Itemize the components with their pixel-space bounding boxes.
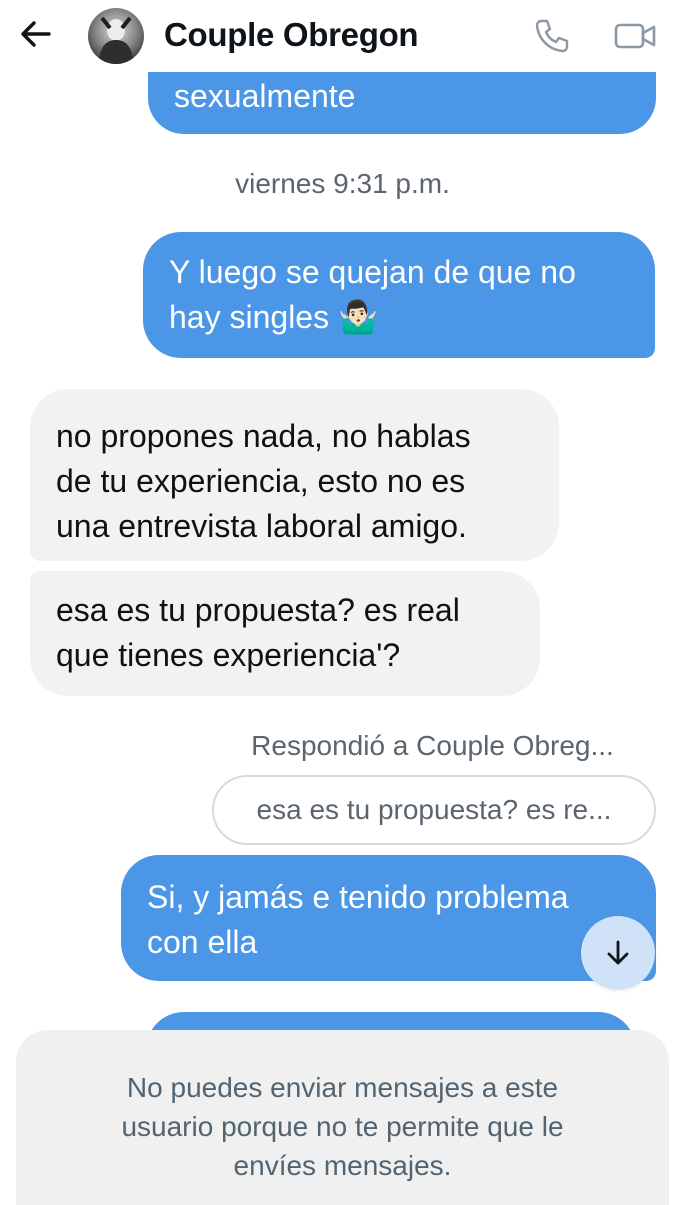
- back-button[interactable]: [18, 16, 54, 52]
- timestamp: viernes 9:31 p.m.: [235, 168, 450, 199]
- message-text: sexualmente: [174, 78, 356, 114]
- reply-context-label: Respondió a Couple Obreg...: [251, 730, 614, 761]
- message-line: hay singles 🤷🏻‍♂️: [169, 299, 378, 335]
- message-line: con ella: [147, 924, 258, 960]
- message-bubble-outgoing[interactable]: Si, y jamás e tenido problema con ella: [121, 855, 656, 981]
- message-bubble-outgoing[interactable]: Y luego se quejan de que no hay singles …: [143, 232, 655, 358]
- arrow-left-icon: [21, 21, 51, 47]
- scroll-to-bottom-button[interactable]: [581, 916, 655, 990]
- message-line: una entrevista laboral amigo.: [56, 508, 467, 544]
- notice-line: envíes mensajes.: [233, 1150, 452, 1181]
- quoted-message[interactable]: esa es tu propuesta? es re...: [212, 775, 656, 845]
- notice-line: usuario porque no te permite que le: [121, 1111, 564, 1142]
- call-button[interactable]: [532, 16, 572, 56]
- message-bubble-incoming[interactable]: esa es tu propuesta? es real que tienes …: [30, 571, 540, 696]
- messaging-disabled-notice: No puedes enviar mensajes a este usuario…: [16, 1030, 669, 1205]
- conversation-header: Couple Obregon: [0, 0, 685, 72]
- notice-line: No puedes enviar mensajes a este: [126, 1072, 559, 1103]
- message-line: no propones nada, no hablas: [56, 418, 471, 454]
- avatar[interactable]: [88, 8, 144, 64]
- message-line: Y luego se quejan de que no: [169, 254, 576, 290]
- video-call-button[interactable]: [612, 18, 658, 54]
- arrow-down-icon: [607, 940, 629, 965]
- message-line: Si, y jamás e tenido problema: [147, 879, 569, 915]
- phone-icon: [535, 19, 569, 53]
- message-thread: sexualmente viernes 9:31 p.m. Y luego se…: [0, 0, 685, 1200]
- message-bubble-incoming[interactable]: no propones nada, no hablas de tu experi…: [30, 389, 559, 561]
- message-line: esa es tu propuesta? es real: [56, 592, 460, 628]
- avatar-image: [98, 16, 134, 64]
- message-line: de tu experiencia, esto no es: [56, 463, 466, 499]
- conversation-title[interactable]: Couple Obregon: [164, 14, 419, 56]
- message-line: que tienes experiencia'?: [56, 637, 401, 673]
- video-camera-icon: [614, 23, 656, 49]
